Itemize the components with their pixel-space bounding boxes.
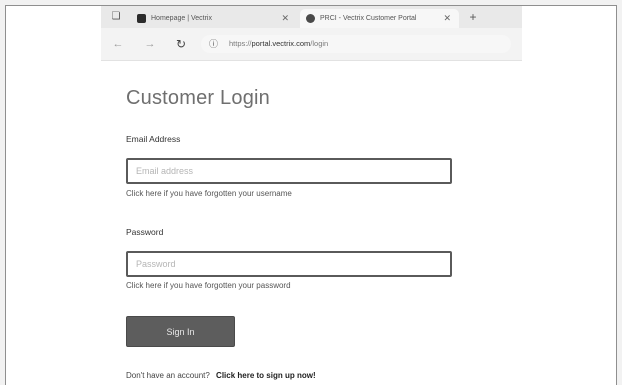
close-icon[interactable]: ✕ [281, 9, 289, 28]
login-form: Customer Login Email Address Click here … [0, 60, 622, 385]
url-host: portal.vectrix.com [251, 39, 311, 48]
tab-title: PRCI - Vectrix Customer Portal [320, 15, 417, 22]
forgot-password-link[interactable]: Click here if you have forgotten your pa… [126, 281, 291, 290]
sign-in-button[interactable]: Sign In [126, 316, 235, 347]
back-arrow-icon[interactable]: ← [111, 37, 125, 51]
browser-chrome: ❏ Homepage | Vectrix ✕ PRCI - Vectrix Cu… [101, 6, 522, 61]
signup-prompt: Don't have an account? [126, 371, 210, 380]
tab-strip: ❏ Homepage | Vectrix ✕ PRCI - Vectrix Cu… [101, 6, 522, 28]
tab-customer-portal[interactable]: PRCI - Vectrix Customer Portal ✕ [300, 9, 459, 28]
email-field[interactable] [126, 158, 452, 184]
forgot-username-link[interactable]: Click here if you have forgotten your us… [126, 189, 292, 198]
tab-favicon-icon [306, 14, 315, 23]
site-info-icon[interactable]: ⓘ [209, 37, 218, 50]
signup-line: Don't have an account? Click here to sig… [126, 371, 316, 380]
tab-title: Homepage | Vectrix [151, 15, 212, 22]
tab-actions-icon[interactable]: ❏ [109, 10, 123, 23]
signup-link[interactable]: Click here to sign up now! [216, 371, 316, 380]
password-field[interactable] [126, 251, 452, 277]
tab-favicon-icon [137, 14, 146, 23]
url-path: /login [310, 39, 329, 48]
email-label: Email Address [126, 134, 181, 144]
password-label: Password [126, 227, 164, 237]
new-tab-icon[interactable]: + [466, 10, 480, 24]
close-icon[interactable]: ✕ [443, 9, 451, 28]
reload-icon[interactable]: ↻ [174, 37, 188, 51]
address-bar[interactable]: ⓘ https://portal.vectrix.com/login [201, 35, 511, 53]
forward-arrow-icon[interactable]: → [143, 37, 157, 51]
address-url: https://portal.vectrix.com/login [229, 39, 328, 48]
page-title: Customer Login [126, 87, 270, 109]
tab-homepage[interactable]: Homepage | Vectrix ✕ [131, 9, 297, 28]
url-scheme: https:// [229, 39, 252, 48]
navigation-bar: ← → ↻ ⓘ https://portal.vectrix.com/login [101, 28, 522, 60]
